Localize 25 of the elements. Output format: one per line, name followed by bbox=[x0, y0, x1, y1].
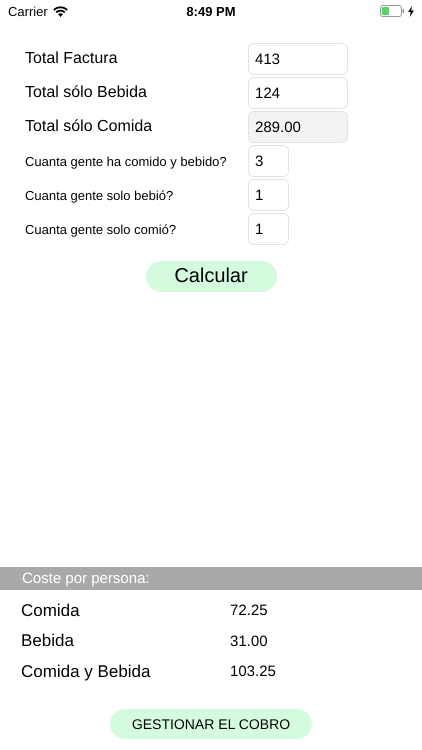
input-field[interactable]: 1 bbox=[248, 213, 289, 245]
result-value: 72.25 bbox=[230, 602, 268, 620]
carrier-name: Carrier bbox=[8, 4, 48, 18]
field-label: Cuanta gente solo comió? bbox=[25, 222, 178, 236]
calculate-button[interactable]: Calcular bbox=[146, 261, 276, 292]
wifi-icon bbox=[52, 6, 68, 16]
result-label: Bebida bbox=[21, 631, 75, 652]
result-label: Comida bbox=[21, 600, 81, 621]
manage-payment-button[interactable]: GESTIONAR EL COBRO bbox=[110, 709, 312, 739]
input-field[interactable]: 1 bbox=[248, 179, 289, 211]
charging-bolt-icon bbox=[408, 6, 414, 16]
section-header: Coste por persona: bbox=[0, 566, 422, 590]
field-label: Cuanta gente solo bebió? bbox=[25, 188, 174, 202]
input-field[interactable]: 3 bbox=[248, 145, 289, 177]
result-value: 31.00 bbox=[230, 632, 268, 650]
result-value: 103.25 bbox=[230, 663, 276, 680]
field-label: Cuanta gente ha comido y bebido? bbox=[25, 154, 228, 168]
input-field[interactable]: 413 bbox=[248, 43, 348, 75]
result-label: Comida y Bebida bbox=[21, 662, 152, 682]
field-label: Total sólo Comida bbox=[25, 118, 154, 136]
field-label: Total sólo Bebida bbox=[25, 84, 148, 102]
status-time: 8:49 PM bbox=[186, 4, 236, 18]
battery-icon bbox=[380, 5, 405, 17]
input-field[interactable]: 124 bbox=[248, 77, 348, 109]
field-label: Total Factura bbox=[25, 50, 118, 68]
